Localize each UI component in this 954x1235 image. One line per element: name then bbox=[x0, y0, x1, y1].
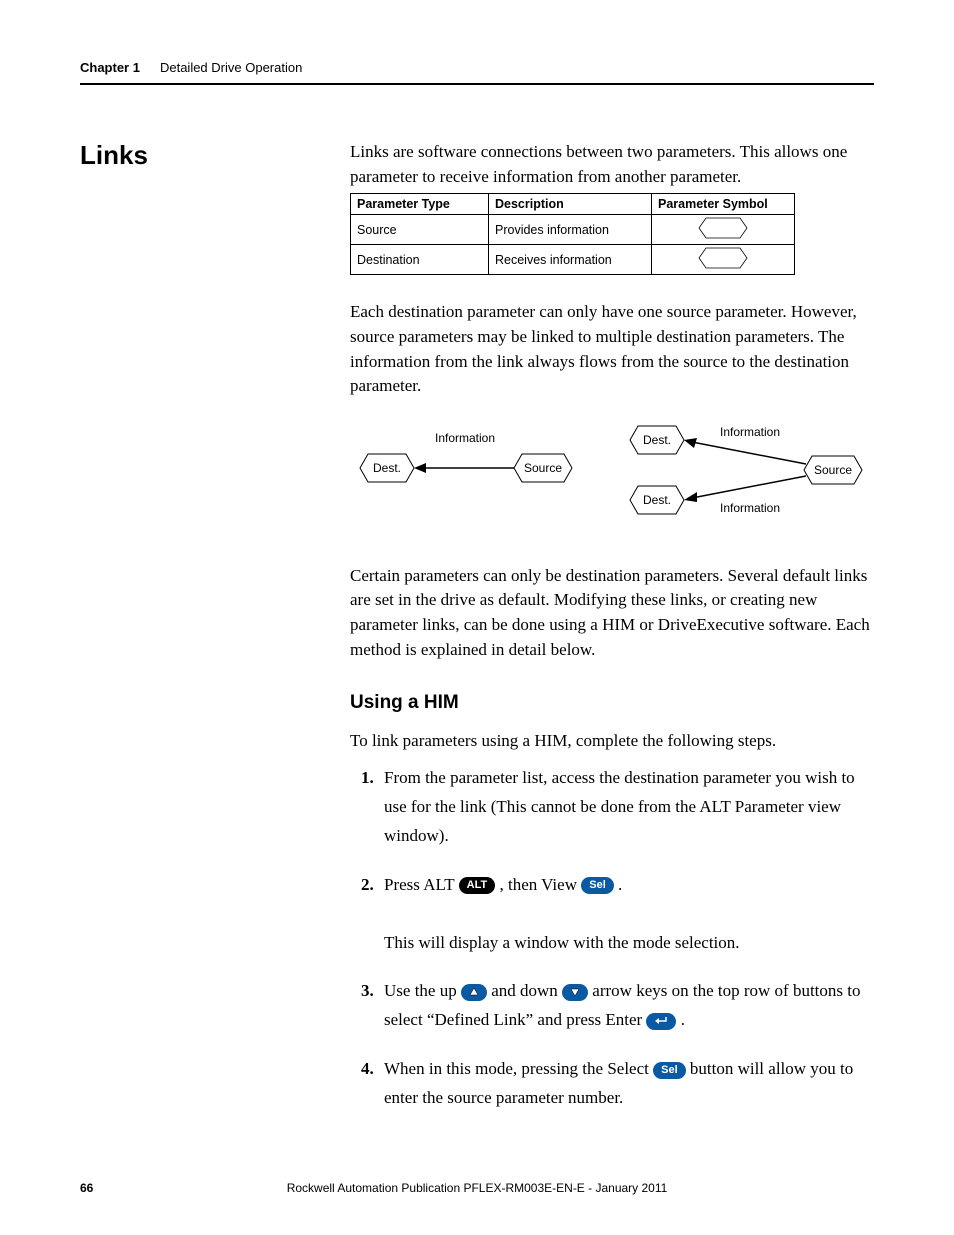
right-column: Links are software connections between t… bbox=[350, 140, 874, 1133]
him-lead: To link parameters using a HIM, complete… bbox=[350, 729, 874, 754]
sel-button-icon: Sel bbox=[581, 877, 614, 894]
chapter-label: Chapter 1 bbox=[80, 60, 140, 75]
cell-symbol bbox=[652, 245, 795, 275]
step-4-body: When in this mode, pressing the Select S… bbox=[384, 1059, 853, 1107]
step-2: Press ALT ALT , then View Sel . This wil… bbox=[378, 871, 874, 958]
down-arrow-icon bbox=[562, 984, 588, 1001]
paragraph-2: Each destination parameter can only have… bbox=[350, 300, 874, 399]
th-type: Parameter Type bbox=[351, 194, 489, 215]
diagram-right: Dest. Dest. Source Information Informati… bbox=[620, 424, 870, 524]
parameter-table: Parameter Type Description Parameter Sym… bbox=[350, 193, 795, 275]
text: and down bbox=[491, 981, 562, 1000]
steps-list: From the parameter list, access the dest… bbox=[350, 764, 874, 1113]
step-1-text: From the parameter list, access the dest… bbox=[384, 768, 855, 845]
table-row: Source Provides information bbox=[351, 215, 795, 245]
text: When in this mode, pressing the Select bbox=[384, 1059, 653, 1078]
intro-paragraph: Links are software connections between t… bbox=[350, 140, 874, 189]
dest-label: Dest. bbox=[643, 433, 671, 447]
up-arrow-icon bbox=[461, 984, 487, 1001]
step-3-body: Use the up and down arrow keys on the to… bbox=[384, 981, 860, 1029]
source-label: Source bbox=[524, 461, 562, 475]
page-footer: 66 Rockwell Automation Publication PFLEX… bbox=[80, 1181, 874, 1195]
alt-button-icon: ALT bbox=[459, 877, 496, 894]
th-symbol: Parameter Symbol bbox=[652, 194, 795, 215]
section-title: Links bbox=[80, 140, 350, 171]
paragraph-3: Certain parameters can only be destinati… bbox=[350, 564, 874, 663]
page-number: 66 bbox=[80, 1181, 93, 1195]
cell-desc: Receives information bbox=[489, 245, 652, 275]
source-label: Source bbox=[814, 463, 852, 477]
enter-icon bbox=[646, 1013, 676, 1030]
sel-button-icon: Sel bbox=[653, 1062, 686, 1079]
text: , then View bbox=[499, 875, 581, 894]
cell-type: Source bbox=[351, 215, 489, 245]
text: Use the up bbox=[384, 981, 461, 1000]
step-2-body: Press ALT ALT , then View Sel . This wil… bbox=[384, 875, 740, 952]
hexagon-icon bbox=[698, 217, 748, 239]
cell-symbol bbox=[652, 215, 795, 245]
step-3: Use the up and down arrow keys on the to… bbox=[378, 977, 874, 1035]
cell-type: Destination bbox=[351, 245, 489, 275]
cell-desc: Provides information bbox=[489, 215, 652, 245]
text: . bbox=[681, 1010, 685, 1029]
left-column: Links bbox=[80, 140, 350, 1133]
step-2-note: This will display a window with the mode… bbox=[384, 933, 740, 952]
step-1: From the parameter list, access the dest… bbox=[378, 764, 874, 851]
dest-label: Dest. bbox=[643, 493, 671, 507]
text: Press ALT bbox=[384, 875, 459, 894]
th-desc: Description bbox=[489, 194, 652, 215]
page-header: Chapter 1 Detailed Drive Operation bbox=[80, 60, 874, 85]
table-row: Destination Receives information bbox=[351, 245, 795, 275]
text: . bbox=[618, 875, 622, 894]
table-header-row: Parameter Type Description Parameter Sym… bbox=[351, 194, 795, 215]
publication-info: Rockwell Automation Publication PFLEX-RM… bbox=[287, 1181, 668, 1195]
diagram-left: Information Dest. Source bbox=[350, 424, 580, 504]
subheading-him: Using a HIM bbox=[350, 692, 874, 714]
step-4: When in this mode, pressing the Select S… bbox=[378, 1055, 874, 1113]
info-label: Information bbox=[435, 431, 495, 445]
dest-label: Dest. bbox=[373, 461, 401, 475]
chapter-title: Detailed Drive Operation bbox=[160, 60, 302, 75]
link-diagram: Information Dest. Source Dest. Dest. Sou… bbox=[350, 424, 874, 524]
info-label: Information bbox=[720, 425, 780, 439]
info-label: Information bbox=[720, 501, 780, 515]
content-row: Links Links are software connections bet… bbox=[80, 140, 874, 1133]
hexagon-icon bbox=[698, 247, 748, 269]
